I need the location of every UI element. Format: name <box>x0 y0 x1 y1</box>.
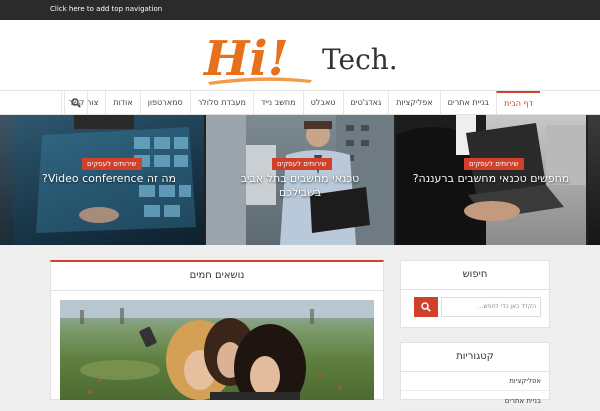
slide-edge-right[interactable] <box>588 115 600 245</box>
search-icon <box>421 302 431 312</box>
nav-item[interactable]: סמארטפון <box>139 91 190 114</box>
slide-category-badge[interactable]: שירותים לעסקים <box>272 158 332 170</box>
search-widget-title: חיפוש <box>401 261 549 290</box>
slide-title-line: בשבילכם <box>278 186 322 199</box>
category-item[interactable]: בניית אתרים <box>401 391 549 411</box>
site-header: Hi! Tech. <box>0 20 600 90</box>
search-icon <box>71 97 81 108</box>
nav-search-button[interactable] <box>64 91 88 114</box>
logo-swoosh-graphic <box>208 77 312 85</box>
nav-item[interactable]: מעבדת סלולר <box>189 91 253 114</box>
search-submit-button[interactable] <box>414 297 438 317</box>
slide-title-line: טכנאי מחשבים בתל אביב <box>240 172 360 185</box>
slide-title[interactable]: מה זה Video conference? <box>14 172 204 186</box>
nav-item[interactable]: טאבלט <box>302 91 343 114</box>
hot-topics-title: נושאים חמים <box>51 262 383 291</box>
category-item[interactable]: אפליקציות <box>401 371 549 391</box>
slide-title[interactable]: טכנאי מחשבים בתל אביב בשבילכם <box>206 172 394 200</box>
top-navigation-link[interactable]: Click here to add top navigation <box>50 5 162 13</box>
slide-edge-left[interactable] <box>0 115 14 245</box>
hot-topics-widget: נושאים חמים <box>50 260 384 400</box>
hot-topic-featured-image[interactable] <box>60 300 374 400</box>
nav-menu: דף הבית בניית אתרים אפליקציות גאדג'טים טאבלט… <box>60 91 540 114</box>
categories-widget: קטגוריות אפליקציות בניית אתרים <box>400 342 550 411</box>
nav-item[interactable]: בניית אתרים <box>439 91 496 114</box>
logo-tech-text: Tech. <box>322 43 398 76</box>
nav-item[interactable]: אודות <box>105 91 139 114</box>
nav-item[interactable]: דף הבית <box>496 91 540 114</box>
search-widget: חיפוש הקלד כאן כדי לחפש... <box>400 260 550 328</box>
photo-girls-with-phone <box>60 300 374 400</box>
slide-title[interactable]: מחפשים טכנאי מחשבים ברעננה? <box>396 172 586 186</box>
nav-item[interactable]: גאדג'טים <box>342 91 389 114</box>
categories-title: קטגוריות <box>401 343 549 372</box>
nav-item[interactable]: מחשב נייד <box>252 91 303 114</box>
search-input[interactable]: הקלד כאן כדי לחפש... <box>441 297 541 317</box>
slide-category-badge[interactable]: שירותים לעסקים <box>82 158 142 170</box>
site-logo[interactable]: Hi! Tech. <box>198 30 408 88</box>
top-bar: Click here to add top navigation <box>0 0 600 20</box>
nav-item[interactable]: אפליקציות <box>388 91 439 114</box>
main-navigation: דף הבית בניית אתרים אפליקציות גאדג'טים טאבלט… <box>0 90 600 115</box>
featured-slider: שירותים לעסקים מה זה Video conference? ש… <box>0 115 600 245</box>
slide-category-badge[interactable]: שירותים לעסקים <box>464 158 524 170</box>
